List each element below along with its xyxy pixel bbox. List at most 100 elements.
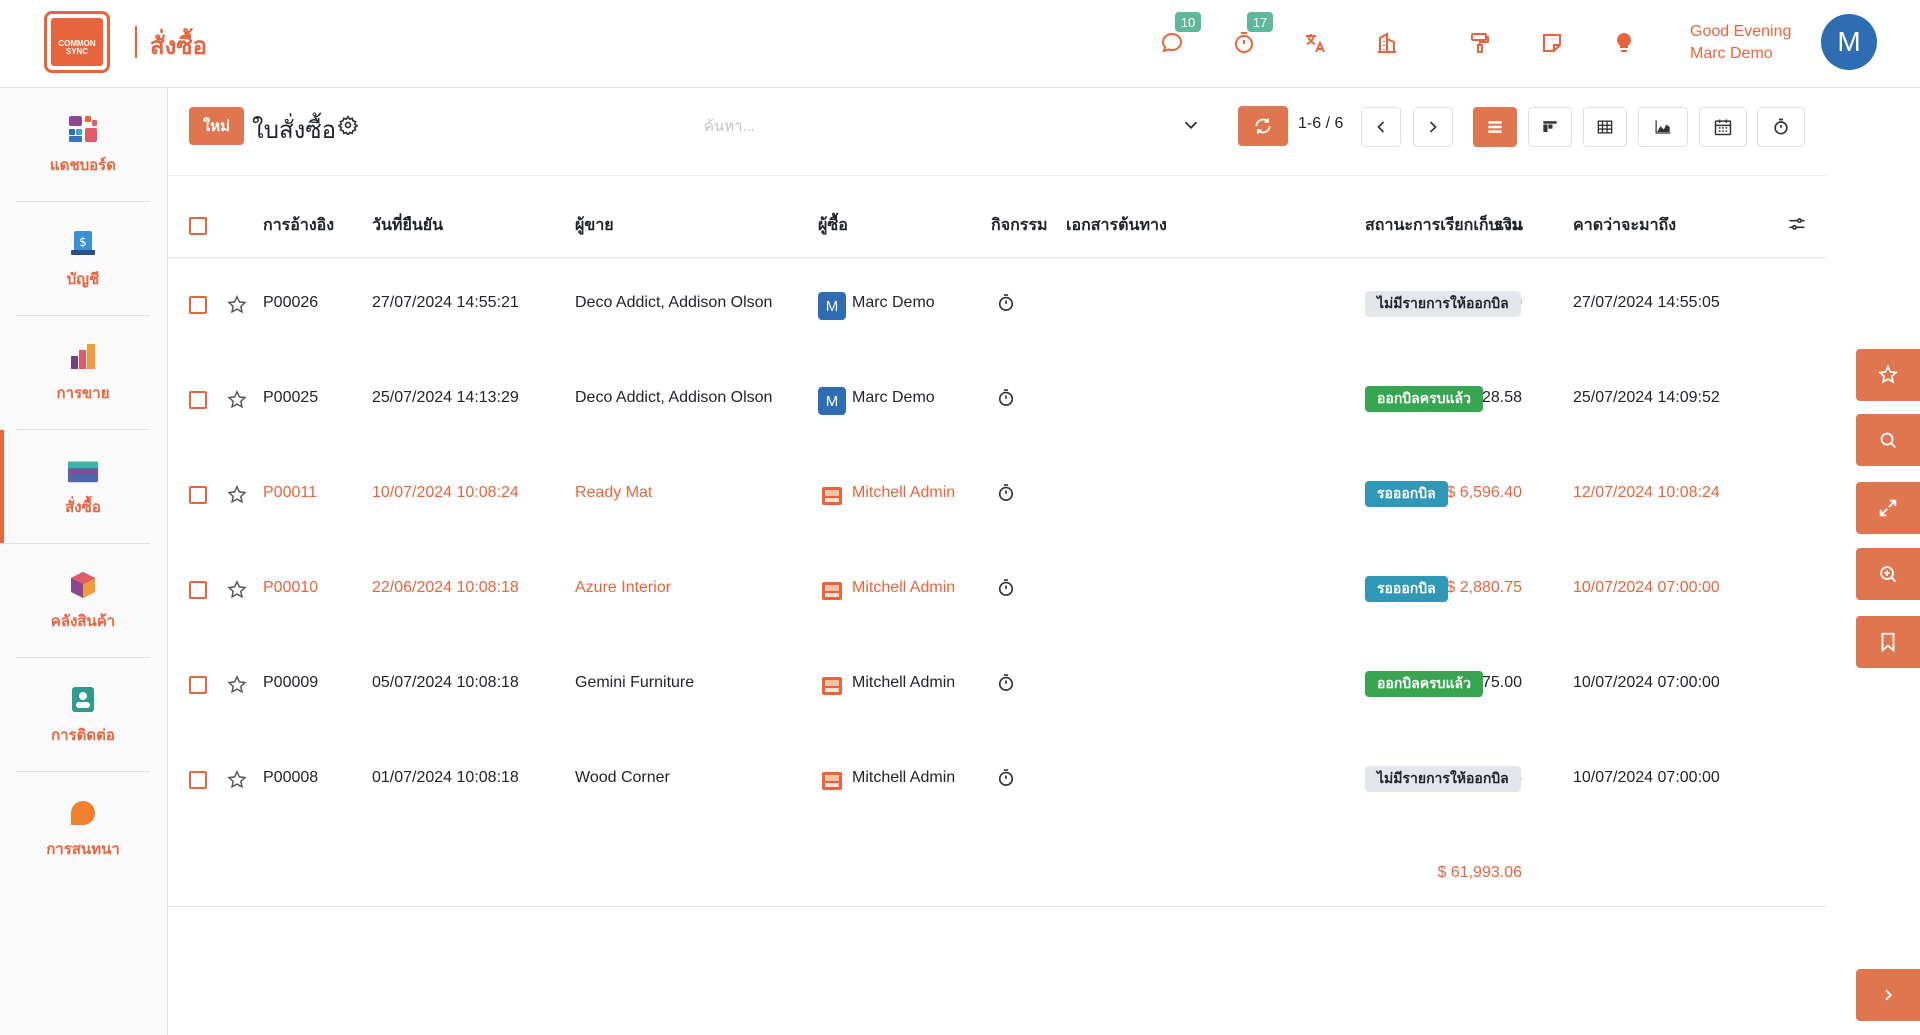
table-row[interactable]: P00009 05/07/2024 10:08:18 Gemini Furnit… (168, 638, 1826, 733)
sidebar-item-dashboard[interactable]: แดชบอร์ด (16, 88, 150, 202)
sliders-icon[interactable] (1787, 214, 1809, 236)
column-header-expected-arrival[interactable]: คาดว่าจะมาถึง (1573, 213, 1676, 238)
cell-reference: P00008 (263, 769, 319, 786)
row-checkbox[interactable] (189, 676, 207, 694)
star-icon[interactable] (226, 294, 248, 316)
cell-reference: P00011 (263, 484, 317, 501)
cell-vendor: Deco Addict, Addison Olson (575, 389, 773, 406)
search-input[interactable] (700, 106, 1200, 146)
star-icon[interactable] (226, 579, 248, 601)
sidebar-item-inventory[interactable]: คลังสินค้า (16, 544, 150, 658)
search-float-button[interactable] (1856, 414, 1920, 466)
stopwatch-icon[interactable] (996, 483, 1018, 505)
table-row[interactable]: P00011 10/07/2024 10:08:24 Ready Mat Mit… (168, 448, 1826, 543)
notes-button[interactable] (1539, 30, 1565, 56)
buyer-avatar[interactable] (818, 767, 846, 795)
cell-vendor: Ready Mat (575, 484, 653, 501)
pager-next-button[interactable] (1413, 107, 1453, 147)
view-activity-button[interactable] (1757, 107, 1805, 147)
buyer-avatar[interactable]: M (818, 387, 846, 415)
sidebar-item-accounting[interactable]: $ บัญชี (16, 202, 150, 316)
invoice-icon: $ (67, 227, 99, 259)
row-checkbox[interactable] (189, 771, 207, 789)
column-header-buyer[interactable]: ผู้ซื้อ (818, 213, 848, 238)
bookmark-float-button[interactable] (1856, 616, 1920, 668)
sidebar-label-contacts: การติดต่อ (51, 726, 115, 744)
user-greeting[interactable]: Good Evening Marc Demo (1690, 21, 1791, 65)
gear-icon[interactable] (337, 115, 360, 137)
view-kanban-button[interactable] (1528, 107, 1572, 147)
view-calendar-button[interactable] (1699, 107, 1747, 147)
view-list-button[interactable] (1473, 107, 1517, 147)
star-icon[interactable] (226, 769, 248, 791)
activities-button[interactable]: 17 (1231, 12, 1273, 56)
chevron-right-icon (1429, 121, 1437, 133)
language-button[interactable] (1302, 30, 1328, 56)
star-icon[interactable] (226, 674, 248, 696)
lightbulb-icon (1617, 33, 1631, 52)
sidebar-item-discuss[interactable]: การสนทนา (16, 772, 150, 886)
favorite-float-button[interactable] (1856, 349, 1920, 401)
buyer-avatar[interactable]: M (818, 292, 846, 320)
column-header-billing-status[interactable]: สถานะการเรียกเก็บเงิน (1365, 213, 1523, 238)
stopwatch-icon[interactable] (996, 388, 1018, 410)
stopwatch-icon[interactable] (996, 578, 1018, 600)
buyer-avatar[interactable] (818, 672, 846, 700)
cell-reference: P00010 (263, 579, 319, 596)
row-checkbox[interactable] (189, 486, 207, 504)
stopwatch-icon[interactable] (996, 293, 1018, 315)
company-button[interactable] (1374, 30, 1400, 56)
sidebar-item-sales[interactable]: การขาย (16, 316, 150, 430)
row-checkbox[interactable] (189, 296, 207, 314)
column-header-vendor[interactable]: ผู้ขาย (575, 213, 614, 238)
table-row[interactable]: P00008 01/07/2024 10:08:18 Wood Corner M… (168, 733, 1826, 828)
refresh-icon (1255, 118, 1271, 134)
column-header-source-document[interactable]: เอกสารต้นทาง (1066, 213, 1167, 238)
stopwatch-icon[interactable] (996, 673, 1018, 695)
sidebar-item-contacts[interactable]: การติดต่อ (16, 658, 150, 772)
app-logo[interactable]: COMMON SYNC (44, 11, 110, 73)
messages-count-badge: 10 (1175, 12, 1201, 32)
table-row[interactable]: P00026 27/07/2024 14:55:21 Deco Addict, … (168, 258, 1826, 353)
cell-vendor: Gemini Furniture (575, 674, 695, 691)
view-graph-button[interactable] (1638, 107, 1688, 147)
pager-previous-button[interactable] (1361, 107, 1401, 147)
column-header-confirm-date[interactable]: วันที่ยืนยัน (372, 213, 443, 238)
cell-buyer: Mitchell Admin (852, 484, 956, 501)
sidebar-label-sales: การขาย (56, 384, 110, 402)
table-row[interactable]: P00025 25/07/2024 14:13:29 Deco Addict, … (168, 353, 1826, 448)
user-avatar[interactable]: M (1821, 14, 1877, 70)
zoom-float-button[interactable] (1856, 548, 1920, 600)
row-checkbox[interactable] (189, 391, 207, 409)
star-icon[interactable] (226, 389, 248, 411)
buyer-avatar[interactable] (818, 577, 846, 605)
cell-confirm-date: 05/07/2024 10:08:18 (372, 674, 519, 691)
fullscreen-float-button[interactable] (1856, 482, 1920, 534)
select-all-checkbox[interactable] (189, 217, 207, 235)
chevron-down-icon[interactable] (1180, 114, 1204, 138)
table-row[interactable]: P00010 22/06/2024 10:08:18 Azure Interio… (168, 543, 1826, 638)
greeting-text: Good Evening (1690, 23, 1792, 40)
star-icon[interactable] (226, 484, 248, 506)
sidebar-item-purchase[interactable]: สั่งซื้อ (0, 430, 150, 544)
tips-button[interactable] (1611, 30, 1637, 56)
theme-button[interactable] (1467, 30, 1493, 56)
buyer-avatar[interactable] (818, 482, 846, 510)
table-grid-icon (1597, 120, 1613, 134)
expand-panel-button[interactable] (1856, 969, 1920, 1021)
expand-icon (1879, 499, 1897, 517)
column-header-reference[interactable]: การอ้างอิง (263, 213, 334, 238)
column-header-activity[interactable]: กิจกรรม (991, 213, 1047, 238)
cell-vendor: Azure Interior (575, 579, 672, 596)
view-pivot-button[interactable] (1583, 107, 1627, 147)
messages-button[interactable]: 10 (1159, 12, 1201, 56)
box-icon (67, 569, 99, 601)
row-checkbox[interactable] (189, 581, 207, 599)
reload-button[interactable] (1238, 106, 1288, 146)
app-title[interactable]: สั่งซื้อ (150, 26, 207, 65)
pager-value[interactable]: 1-6 / 6 (1298, 115, 1343, 133)
contact-card-icon (67, 683, 99, 715)
cell-reference: P00025 (263, 389, 319, 406)
new-button[interactable]: ใหม่ (189, 107, 244, 145)
stopwatch-icon[interactable] (996, 768, 1018, 790)
